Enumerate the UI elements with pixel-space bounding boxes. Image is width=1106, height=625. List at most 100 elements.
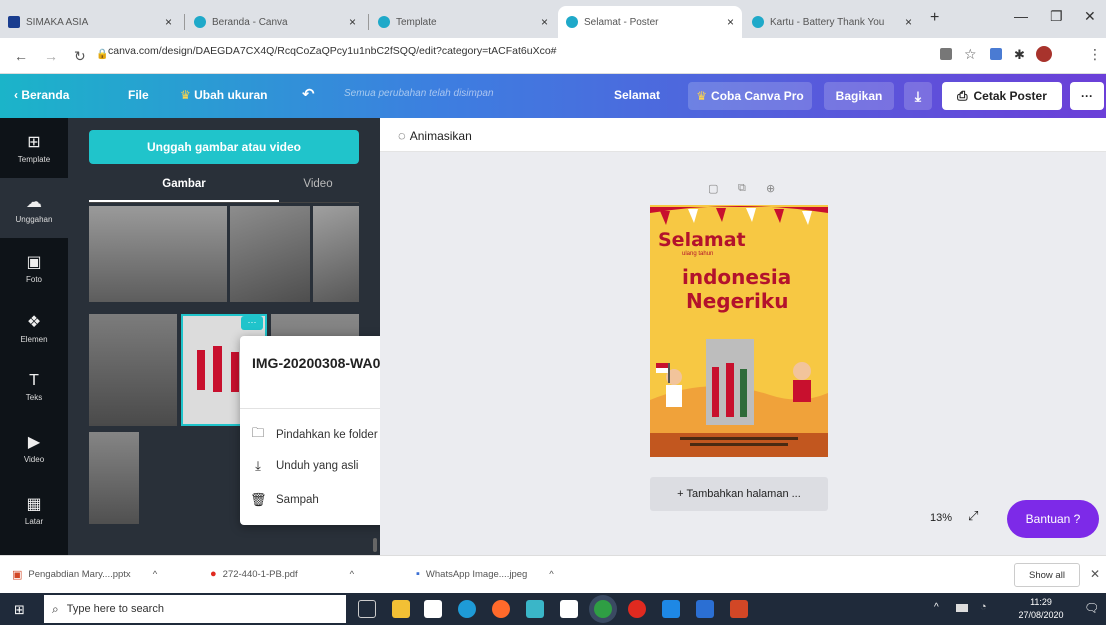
close-icon[interactable]: × bbox=[727, 15, 734, 29]
duplicate-page-icon[interactable]: ⧉ bbox=[738, 182, 746, 195]
download-button[interactable]: ⤓ bbox=[904, 82, 932, 110]
tab-template[interactable]: Template × bbox=[370, 6, 556, 38]
background-icon: ▦ bbox=[26, 496, 42, 513]
sidebar-item-template[interactable]: ⊞ Template bbox=[0, 118, 68, 178]
file-explorer-icon[interactable] bbox=[392, 600, 410, 618]
sidebar-item-foto[interactable]: ▣ Foto bbox=[0, 238, 68, 298]
upload-media-button[interactable]: Unggah gambar atau video bbox=[89, 130, 359, 164]
back-icon[interactable]: ← bbox=[14, 48, 28, 64]
puzzle-icon[interactable]: ✱ bbox=[1014, 47, 1025, 63]
url-text[interactable]: canva.com/design/DAEGDA7CX4Q/RcqCoZaQPcy… bbox=[108, 45, 557, 57]
chevron-up-icon[interactable]: ^ bbox=[350, 569, 354, 580]
handheld-flag bbox=[656, 363, 668, 368]
word-icon[interactable] bbox=[696, 600, 714, 618]
editor-toolbar: ◌ Animasikan bbox=[380, 118, 1106, 152]
profile-avatar[interactable] bbox=[1036, 46, 1052, 62]
tab-selamat-poster[interactable]: Selamat - Poster × bbox=[558, 6, 742, 38]
chrome-icon[interactable] bbox=[594, 600, 612, 618]
forward-icon[interactable]: → bbox=[44, 48, 58, 64]
reload-icon[interactable]: ↻ bbox=[74, 48, 86, 65]
animate-button[interactable]: ◌ Animasikan bbox=[398, 128, 472, 143]
poster-photo-figure bbox=[740, 369, 747, 417]
tab-gambar[interactable]: Gambar bbox=[89, 178, 279, 190]
close-icon[interactable]: × bbox=[349, 15, 356, 29]
windows-start-icon[interactable]: ⊞ bbox=[14, 602, 25, 618]
help-button[interactable]: Bantuan ? bbox=[1007, 500, 1099, 538]
search-icon: ⌕ bbox=[52, 601, 59, 616]
store-icon[interactable] bbox=[424, 600, 442, 618]
comment-icon[interactable]: ▢ bbox=[708, 182, 718, 195]
thumbnail-more-button[interactable]: ··· bbox=[241, 316, 263, 330]
trash-item[interactable]: 🗑 Sampah bbox=[250, 492, 319, 508]
app-icon[interactable] bbox=[526, 600, 544, 618]
notification-icon[interactable]: 🗨 bbox=[1084, 601, 1099, 615]
undo-icon[interactable]: ↶ bbox=[302, 85, 315, 103]
menu-item-label: Sampah bbox=[276, 494, 319, 506]
close-download-bar-icon[interactable]: ✕ bbox=[1090, 567, 1100, 581]
print-poster-button[interactable]: ⎙ Cetak Poster bbox=[942, 82, 1062, 110]
window-close-icon[interactable]: ✕ bbox=[1084, 8, 1096, 25]
home-button[interactable]: ‹ Beranda bbox=[14, 88, 69, 102]
resize-button[interactable]: ♛ Ubah ukuran bbox=[180, 88, 267, 102]
extension-icon[interactable] bbox=[940, 48, 952, 60]
share-button[interactable]: Bagikan bbox=[824, 82, 894, 110]
new-tab-button[interactable]: + bbox=[930, 9, 939, 27]
powerpoint-icon[interactable] bbox=[730, 600, 748, 618]
chevron-up-icon[interactable]: ^ bbox=[153, 569, 157, 580]
add-page-icon[interactable]: ⊕ bbox=[766, 182, 775, 195]
tab-beranda-canva[interactable]: Beranda - Canva × bbox=[186, 6, 364, 38]
minimize-icon[interactable]: — bbox=[1014, 8, 1028, 24]
opera-icon[interactable] bbox=[628, 600, 646, 618]
tab-video[interactable]: Video bbox=[268, 178, 368, 190]
edge-icon[interactable] bbox=[458, 600, 476, 618]
sidebar-item-unggahan[interactable]: ☁ Unggahan bbox=[0, 178, 68, 238]
design-title[interactable]: Selamat bbox=[614, 88, 660, 102]
chevron-up-icon[interactable]: ^ bbox=[549, 569, 553, 580]
task-view-icon[interactable] bbox=[358, 600, 376, 618]
uploaded-image-thumbnail[interactable] bbox=[313, 206, 359, 302]
tab-simaka[interactable]: SIMAKA ASIA × bbox=[0, 6, 180, 38]
more-button[interactable]: ··· bbox=[1070, 82, 1104, 110]
fullscreen-icon[interactable]: ⤢ bbox=[968, 508, 978, 524]
tab-kartu[interactable]: Kartu - Battery Thank You × bbox=[744, 6, 920, 38]
poster-page[interactable]: Selamat ulang tahun indonesia Negeriku bbox=[650, 205, 828, 457]
sidebar-item-elemen[interactable]: ❖ Elemen bbox=[0, 298, 68, 358]
close-icon[interactable]: × bbox=[165, 15, 172, 29]
battery-icon[interactable] bbox=[956, 604, 968, 612]
close-icon[interactable]: × bbox=[905, 15, 912, 29]
uploaded-image-thumbnail[interactable] bbox=[89, 314, 177, 426]
browser-menu-icon[interactable]: ⋮ bbox=[1088, 46, 1102, 63]
sidebar-item-latar[interactable]: ▦ Latar bbox=[0, 480, 68, 540]
canva-favicon-icon bbox=[378, 16, 390, 28]
move-to-folder-item[interactable]: 🗀 Pindahkan ke folder bbox=[250, 424, 377, 446]
download-icon: ⤓ bbox=[255, 458, 261, 473]
download-item[interactable]: ▣ Pengabdian Mary....pptx ^ bbox=[12, 568, 157, 581]
taskbar-clock[interactable]: 11:29 27/08/2020 bbox=[1006, 596, 1076, 622]
add-page-button[interactable]: + Tambahkan halaman ... bbox=[650, 477, 828, 511]
taskbar-search-box[interactable]: ⌕ Type here to search bbox=[44, 595, 346, 623]
network-icon[interactable]: ◔ bbox=[980, 601, 987, 613]
uploaded-image-thumbnail[interactable] bbox=[89, 206, 227, 302]
tray-chevron-icon[interactable]: ^ bbox=[934, 602, 939, 613]
uploaded-image-thumbnail[interactable] bbox=[89, 432, 139, 524]
docs-extension-icon[interactable] bbox=[990, 48, 1002, 60]
sidebar-nav: ⊞ Template ☁ Unggahan ▣ Foto ❖ Elemen T Teks … bbox=[0, 118, 68, 555]
download-item[interactable]: ● 272-440-1-PB.pdf ^ bbox=[210, 568, 354, 580]
zoom-level[interactable]: 13% bbox=[930, 512, 952, 524]
notepad-icon[interactable] bbox=[560, 600, 578, 618]
app-icon[interactable] bbox=[662, 600, 680, 618]
sidebar-item-teks[interactable]: T Teks bbox=[0, 358, 68, 418]
try-pro-button[interactable]: ♛ Coba Canva Pro bbox=[688, 82, 812, 110]
star-icon[interactable]: ☆ bbox=[964, 46, 977, 63]
restore-icon[interactable]: ❐ bbox=[1050, 8, 1063, 25]
download-original-item[interactable]: ⤓ Unduh yang asli bbox=[250, 458, 358, 474]
file-menu[interactable]: File bbox=[128, 88, 149, 102]
home-label: Beranda bbox=[21, 88, 70, 102]
panel-scrollbar[interactable] bbox=[373, 538, 377, 552]
firefox-icon[interactable] bbox=[492, 600, 510, 618]
uploaded-image-thumbnail[interactable] bbox=[230, 206, 310, 302]
show-all-downloads-button[interactable]: Show all bbox=[1014, 563, 1080, 587]
download-item[interactable]: ▪ WhatsApp Image....jpeg ^ bbox=[416, 568, 554, 580]
sidebar-item-video[interactable]: ▶ Video bbox=[0, 418, 68, 478]
close-icon[interactable]: × bbox=[541, 15, 548, 29]
